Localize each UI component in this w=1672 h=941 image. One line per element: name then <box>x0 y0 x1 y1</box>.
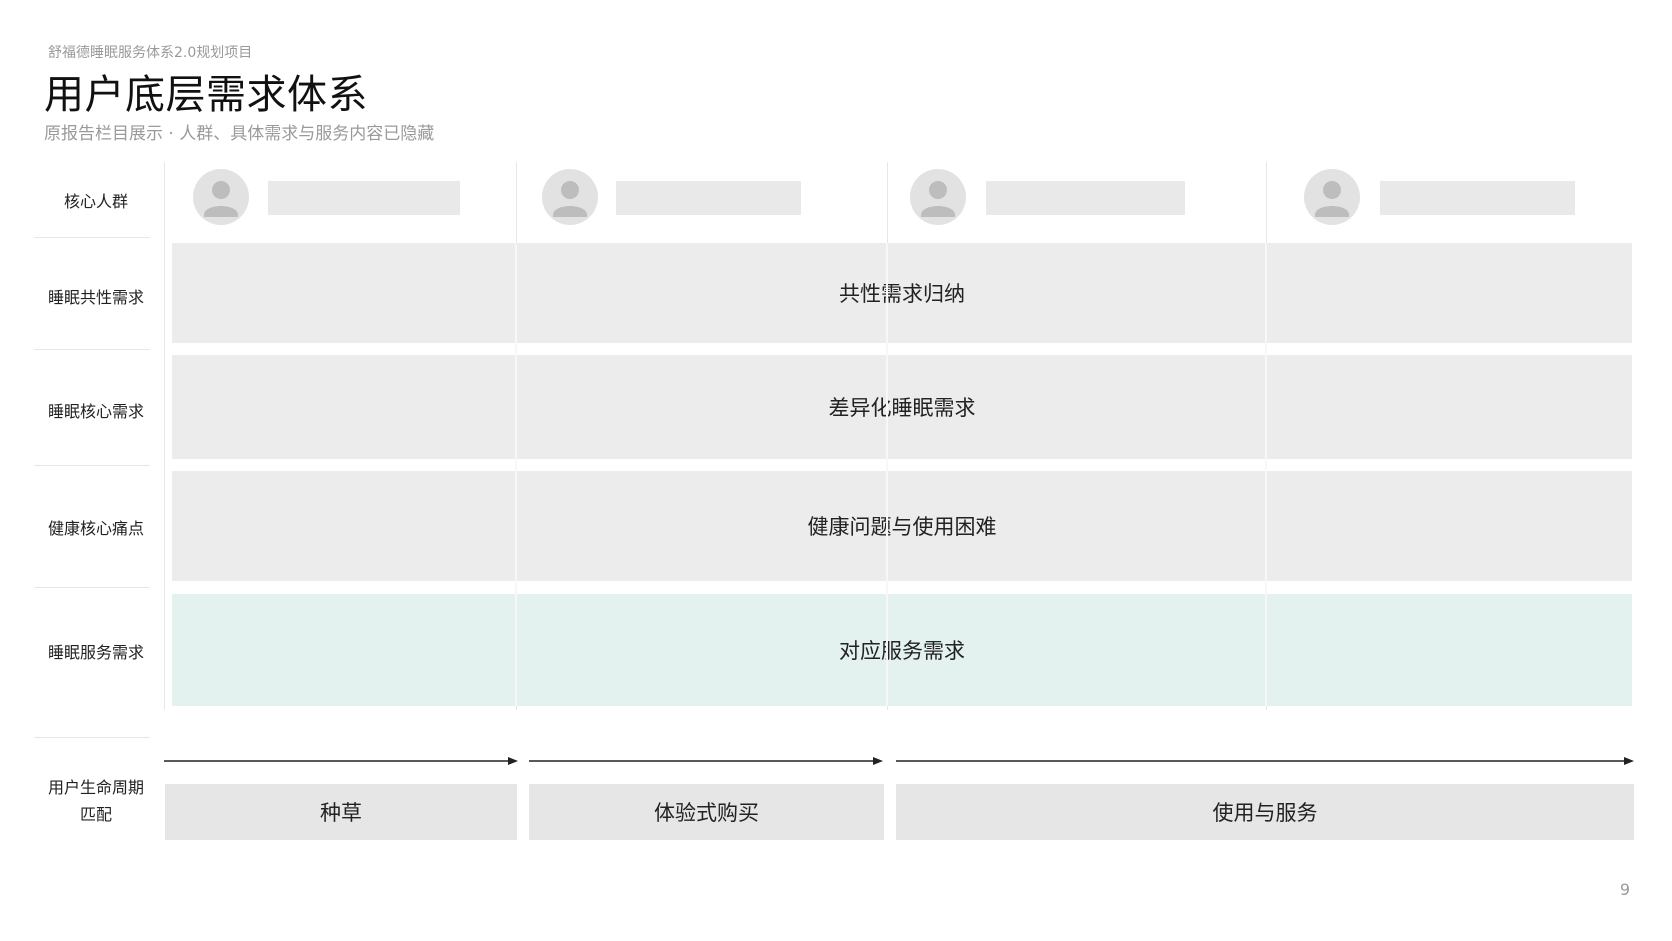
grid-line-left <box>164 162 165 710</box>
user-avatar-icon <box>1304 169 1360 225</box>
project-label: 舒福德睡眠服务体系2.0规划项目 <box>48 45 253 61</box>
lifecycle-stage-label: 种草 <box>320 801 362 825</box>
band-service-needs-label: 对应服务需求 <box>839 639 965 663</box>
row-divider <box>34 465 150 466</box>
row-label-lifecycle: 用户生命周期 <box>47 778 144 797</box>
band-core-needs-label: 差异化睡眠需求 <box>828 396 976 420</box>
band-common-needs-label: 共性需求归纳 <box>839 282 965 306</box>
band-service-needs: 对应服务需求 <box>172 594 1632 706</box>
lifecycle-stage-label: 体验式购买 <box>654 801 759 825</box>
lifecycle-stage-seeding: 种草 <box>165 784 517 840</box>
row-divider <box>34 587 150 588</box>
lifecycle-arrow-1 <box>164 757 518 765</box>
band-column-divider <box>1265 243 1267 706</box>
row-label-persona: 核心人群 <box>63 192 128 211</box>
band-pain-points: 健康问题与使用困难 <box>172 471 1632 581</box>
band-common-needs: 共性需求归纳 <box>172 243 1632 343</box>
page-subtitle: 原报告栏目展示 · 人群、具体需求与服务内容已隐藏 <box>44 124 435 144</box>
row-divider <box>34 237 150 238</box>
band-column-divider <box>886 243 888 706</box>
band-core-needs: 差异化睡眠需求 <box>172 355 1632 459</box>
page-number: 9 <box>1619 880 1630 899</box>
user-avatar-icon <box>910 169 966 225</box>
band-column-divider <box>515 243 517 706</box>
persona-name-placeholder <box>1380 181 1575 215</box>
row-label-pain-points: 健康核心痛点 <box>47 519 144 538</box>
row-divider <box>34 737 150 738</box>
row-label-core-needs: 睡眠核心需求 <box>47 402 144 421</box>
persona-name-placeholder <box>616 181 801 215</box>
user-avatar-icon <box>193 169 249 225</box>
persona-name-placeholder <box>986 181 1185 215</box>
row-divider <box>34 349 150 350</box>
band-pain-points-label: 健康问题与使用困难 <box>807 515 997 539</box>
lifecycle-stage-trial-purchase: 体验式购买 <box>529 784 884 840</box>
user-avatar-icon <box>542 169 598 225</box>
page-title: 用户底层需求体系 <box>44 72 368 118</box>
persona-name-placeholder <box>268 181 460 215</box>
row-label-common-needs: 睡眠共性需求 <box>47 288 144 307</box>
lifecycle-stage-label: 使用与服务 <box>1212 801 1318 825</box>
lifecycle-arrow-3 <box>896 757 1634 765</box>
lifecycle-arrow-2 <box>529 757 883 765</box>
row-label-service-needs: 睡眠服务需求 <box>47 643 144 662</box>
row-label-lifecycle-line2: 匹配 <box>79 805 112 824</box>
lifecycle-stage-use-service: 使用与服务 <box>896 784 1634 840</box>
